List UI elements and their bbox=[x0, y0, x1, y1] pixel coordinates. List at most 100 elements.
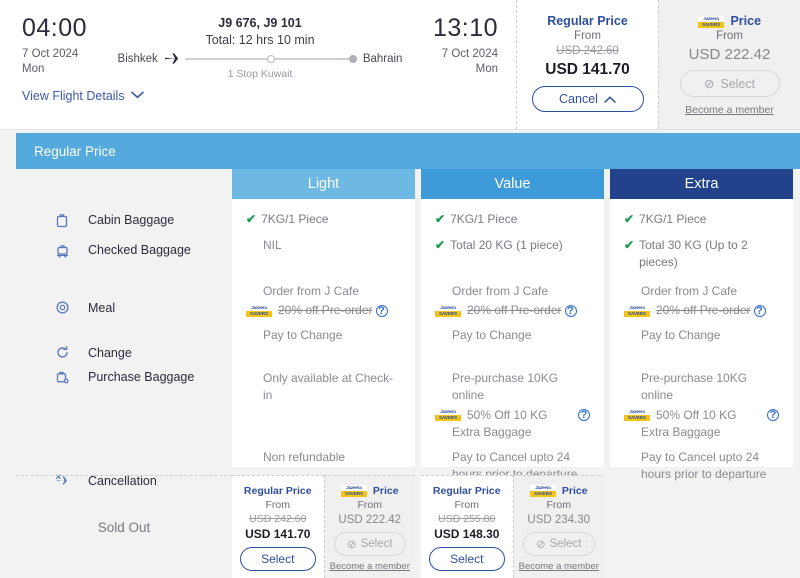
jazeera-savers-logo-icon: Jazeera SAVERS bbox=[624, 305, 650, 318]
extra-meal: Order from J Cafe Jazeera SAVERS 20% off… bbox=[624, 283, 779, 327]
tab-light[interactable]: Light bbox=[232, 169, 415, 199]
become-a-member-link[interactable]: Become a member bbox=[685, 104, 774, 116]
savers-badge-bottom: SAVERS bbox=[624, 311, 650, 318]
tick-icon: ✔ bbox=[246, 212, 257, 226]
feature-row-purchase-baggage: Purchase Baggage bbox=[16, 363, 232, 391]
extra-regular-title: Regular Price bbox=[432, 485, 501, 497]
become-a-member-link[interactable]: Become a member bbox=[519, 561, 599, 572]
select-label: Select bbox=[261, 552, 295, 566]
value-purchase-baggage: Pre-purchase 10KG online Jazeera SAVERS … bbox=[435, 370, 590, 449]
fare-selection-page: 04:00 7 Oct 2024 Mon J9 676, J9 101 Tota… bbox=[0, 0, 800, 578]
extra-change-value: Pay to Change bbox=[641, 328, 721, 342]
fare-body-value: ✔ 7KG/1 Piece ✔ Total 20 KG (1 piece) Or… bbox=[421, 199, 604, 481]
fare-body-extra: ✔ 7KG/1 Piece ✔ Total 30 KG (Up to 2 pie… bbox=[610, 199, 793, 481]
savers-badge-top: Jazeera bbox=[697, 15, 724, 21]
top-savers-price-panel: Jazeera SAVERS Price From USD 222.42 ⊘ S… bbox=[658, 0, 800, 129]
top-regular-from: From bbox=[574, 30, 601, 42]
feature-row-change: Change bbox=[16, 319, 232, 363]
cancel-button[interactable]: Cancel bbox=[531, 86, 644, 112]
checked-baggage-icon bbox=[54, 242, 70, 258]
feature-label-column: Cabin Baggage Checked Baggage Meal Chang… bbox=[16, 169, 232, 492]
footer-column-value: Regular Price From USD 242.60 USD 141.70… bbox=[232, 475, 415, 578]
extra-purchase-value: Pre-purchase 10KG online bbox=[641, 371, 748, 403]
stop-info: 1 Stop Kuwait bbox=[227, 68, 293, 80]
select-button-extra-regular[interactable]: Select bbox=[428, 547, 505, 571]
extra-regular-old-price: USD 255.80 bbox=[438, 513, 496, 525]
extra-savers-title-row: Jazeera SAVERS Price bbox=[514, 485, 605, 498]
value-purchase-promo: 50% Off 10 KG bbox=[467, 407, 548, 422]
route-summary: J9 676, J9 101 Total: 12 hrs 10 min Bish… bbox=[118, 14, 403, 80]
select-label: Select bbox=[450, 552, 484, 566]
change-icon bbox=[54, 344, 70, 360]
meal-icon bbox=[54, 299, 70, 315]
value-change-value: Pay to Change bbox=[452, 328, 532, 342]
tab-extra-label: Extra bbox=[684, 176, 719, 192]
flight-summary-bar: 04:00 7 Oct 2024 Mon J9 676, J9 101 Tota… bbox=[0, 0, 800, 130]
extra-regular-price-cell: Regular Price From USD 255.80 USD 148.30… bbox=[421, 475, 513, 578]
section-header-label: Regular Price bbox=[34, 143, 116, 159]
extra-purchase-promo-row: Jazeera SAVERS 50% Off 10 KG ? bbox=[624, 407, 779, 424]
purchase-baggage-icon bbox=[54, 369, 70, 385]
fare-column-extra: Extra ✔ 7KG/1 Piece ✔ Total 30 KG (Up to… bbox=[610, 169, 793, 492]
value-purchase-value: Pre-purchase 10KG online bbox=[452, 371, 559, 403]
savers-badge-top: Jazeera bbox=[435, 305, 461, 311]
value-purchase-promo2: Extra Baggage bbox=[452, 425, 532, 440]
extra-meal-line2: 20% off Pre-order bbox=[656, 303, 751, 318]
extra-meal-promo-row: Jazeera SAVERS 20% off Pre-order ? bbox=[624, 302, 779, 319]
no-entry-icon: ⊘ bbox=[535, 539, 546, 552]
extra-savers-price: USD 234.30 bbox=[527, 514, 591, 527]
extra-purchase-promo2: Extra Baggage bbox=[641, 425, 721, 440]
value-purchase-promo-row: Jazeera SAVERS 50% Off 10 KG ? bbox=[435, 407, 590, 424]
value-change: Pay to Change bbox=[435, 327, 590, 370]
airplane-icon bbox=[164, 52, 179, 67]
extra-purchase-promo: 50% Off 10 KG bbox=[656, 407, 737, 422]
tab-value[interactable]: Value bbox=[421, 169, 604, 199]
fare-column-value: Value ✔ 7KG/1 Piece ✔ Total 20 KG (1 pie… bbox=[421, 169, 604, 492]
savers-select-button-disabled: ⊘ Select bbox=[679, 70, 780, 97]
departure-block: 04:00 7 Oct 2024 Mon bbox=[22, 14, 118, 75]
savers-badge-top: Jazeera bbox=[624, 305, 650, 311]
savers-badge-bottom: SAVERS bbox=[697, 21, 724, 28]
flight-itinerary: 04:00 7 Oct 2024 Mon J9 676, J9 101 Tota… bbox=[0, 0, 516, 129]
top-savers-title: Price bbox=[730, 14, 762, 28]
become-a-member-link[interactable]: Become a member bbox=[330, 561, 410, 572]
extra-meal-line1: Order from J Cafe bbox=[641, 284, 738, 298]
extra-cabin-value: 7KG/1 Piece bbox=[639, 212, 707, 226]
fare-price-footer: Sold Out Regular Price From USD 242.60 U… bbox=[16, 475, 800, 578]
light-checked-value: NIL bbox=[263, 238, 282, 252]
select-label: Select bbox=[549, 538, 582, 551]
light-meal-line1: Order from J Cafe bbox=[263, 284, 360, 298]
top-savers-from: From bbox=[716, 30, 743, 42]
arrival-day: Mon bbox=[475, 62, 498, 75]
value-savers-from: From bbox=[357, 499, 383, 512]
savers-badge-top: Jazeera bbox=[435, 409, 461, 415]
help-icon[interactable]: ? bbox=[564, 305, 577, 318]
help-icon[interactable]: ? bbox=[375, 305, 388, 318]
no-entry-icon: ⊘ bbox=[703, 77, 715, 91]
tab-extra[interactable]: Extra bbox=[610, 169, 793, 199]
help-icon[interactable]: ? bbox=[753, 305, 766, 318]
select-button-value-regular[interactable]: Select bbox=[239, 547, 316, 571]
value-savers-title-row: Jazeera SAVERS Price bbox=[325, 485, 416, 498]
extra-checked-baggage: ✔ Total 30 KG (Up to 2 pieces) bbox=[624, 237, 779, 283]
help-icon[interactable]: ? bbox=[578, 409, 590, 422]
light-cabin-baggage: ✔ 7KG/1 Piece bbox=[246, 211, 401, 237]
jazeera-savers-logo-icon: Jazeera SAVERS bbox=[435, 409, 461, 422]
savers-badge-bottom: SAVERS bbox=[435, 311, 461, 318]
top-savers-price: USD 222.42 bbox=[688, 46, 771, 63]
help-icon[interactable]: ? bbox=[767, 409, 779, 422]
top-regular-title: Regular Price bbox=[547, 14, 628, 28]
savers-badge-top: Jazeera bbox=[529, 485, 556, 491]
light-cabin-value: 7KG/1 Piece bbox=[261, 212, 329, 226]
extra-regular-price: USD 148.30 bbox=[434, 527, 500, 541]
departure-day: Mon bbox=[22, 62, 45, 75]
view-flight-details-link[interactable]: View Flight Details bbox=[22, 89, 144, 103]
departure-time: 04:00 bbox=[22, 14, 88, 42]
value-checked-value: Total 20 KG (1 piece) bbox=[450, 238, 563, 252]
value-regular-price: USD 141.70 bbox=[245, 527, 311, 541]
arrival-dot-icon bbox=[348, 54, 357, 63]
value-meal: Order from J Cafe Jazeera SAVERS 20% off… bbox=[435, 283, 590, 327]
section-header: Regular Price bbox=[16, 133, 800, 169]
extra-cabin-baggage: ✔ 7KG/1 Piece bbox=[624, 211, 779, 237]
tab-value-label: Value bbox=[494, 176, 531, 192]
